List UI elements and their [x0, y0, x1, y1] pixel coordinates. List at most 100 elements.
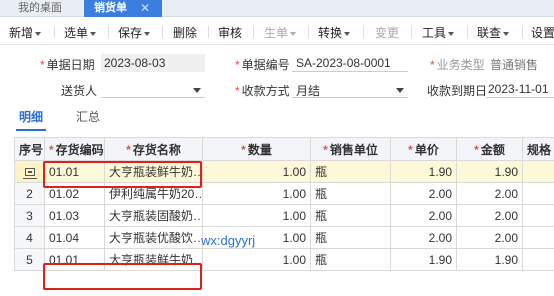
cell-seq: 4 — [14, 226, 45, 249]
table-row[interactable]: 4 01.04 大亨瓶装优酸饮… 1.00 瓶 2.00 2.00 — [14, 226, 554, 249]
chevron-down-icon[interactable] — [193, 88, 201, 93]
cell-spec[interactable] — [522, 204, 554, 227]
due-date-label: 收款到期日 — [427, 84, 488, 98]
cell-price[interactable]: 2.00 — [390, 204, 457, 227]
select-source-button[interactable]: 选单 — [64, 24, 97, 41]
tools-button[interactable]: 工具 — [422, 24, 455, 41]
audit-button[interactable]: 审核 — [218, 24, 242, 41]
required-marker: * — [235, 84, 240, 98]
table-row[interactable]: 5 01.01 大亨瓶装鲜牛奶… 1.00 瓶 1.90 1.90 — [14, 248, 554, 271]
col-header-qty[interactable]: * 数量 — [202, 137, 311, 161]
settings-button[interactable]: 设置 — [531, 24, 554, 41]
cell-seq: 2 — [14, 182, 45, 205]
cell-code[interactable]: 01.01 — [44, 160, 105, 183]
col-header-amount[interactable]: * 金额 — [456, 137, 523, 161]
cell-amount[interactable]: 1.90 — [456, 160, 523, 183]
tab-sales-delivery[interactable]: 销货单 ✕ — [84, 0, 162, 17]
cell-qty[interactable]: 1.00 — [202, 248, 311, 271]
save-button[interactable]: 保存 — [118, 24, 151, 41]
row-edit-icon[interactable] — [22, 168, 37, 180]
cell-name[interactable]: 大亨瓶装鲜牛奶… — [104, 248, 203, 271]
row-action-cell[interactable] — [14, 160, 45, 183]
col-header-seq: 序号 — [14, 137, 45, 161]
toolbar-divider — [208, 26, 209, 38]
cell-qty[interactable]: 1.00 — [202, 160, 311, 183]
cell-qty[interactable]: 1.00 — [202, 182, 311, 205]
toolbar-divider — [162, 26, 163, 38]
cell-code[interactable]: 01.02 — [44, 182, 105, 205]
chevron-down-icon[interactable] — [396, 88, 404, 93]
chevron-down-icon — [35, 31, 42, 36]
payment-method-value: 月结 — [296, 84, 321, 98]
cell-seq: 3 — [14, 204, 45, 227]
cell-amount[interactable]: 2.00 — [456, 226, 523, 249]
delete-button[interactable]: 删除 — [173, 24, 197, 41]
cell-price[interactable]: 2.00 — [390, 182, 457, 205]
chevron-down-icon — [90, 31, 97, 36]
cell-unit[interactable]: 瓶 — [310, 226, 391, 249]
cell-price[interactable]: 1.90 — [390, 248, 457, 271]
biz-type-label: * 业务类型 — [430, 58, 485, 72]
toolbar-divider — [411, 26, 412, 38]
tab-summary[interactable]: 汇总 — [76, 108, 100, 125]
due-date-value: 2023-11-01 — [488, 82, 549, 96]
linked-query-button[interactable]: 联查 — [477, 24, 510, 41]
close-icon[interactable]: ✕ — [140, 0, 150, 16]
col-header-name[interactable]: * 存货名称 — [104, 137, 203, 161]
cell-price[interactable]: 1.90 — [390, 160, 457, 183]
cell-amount[interactable]: 2.00 — [456, 182, 523, 205]
col-header-spec: 规格 — [522, 137, 554, 161]
cell-spec[interactable] — [522, 160, 554, 183]
table-row[interactable]: 3 01.03 大亨瓶装固酸奶… 1.00 瓶 2.00 2.00 — [14, 204, 554, 227]
cell-spec[interactable] — [522, 226, 554, 249]
cell-price[interactable]: 2.00 — [390, 226, 457, 249]
cell-code[interactable]: 01.04 — [44, 226, 105, 249]
tab-detail[interactable]: 明细 — [19, 108, 43, 125]
cell-seq: 5 — [14, 248, 45, 271]
generate-doc-button[interactable]: 生单 — [264, 24, 297, 41]
biz-type-value: 普通销售 — [490, 58, 539, 72]
cell-name[interactable]: 大亨瓶装鲜牛奶… — [104, 160, 203, 183]
deliverer-field[interactable] — [101, 80, 205, 98]
table-row[interactable]: 01.01 大亨瓶装鲜牛奶… 1.00 瓶 1.90 1.90 — [14, 160, 554, 183]
new-button[interactable]: 新增 — [9, 24, 42, 41]
toolbar-divider — [54, 26, 55, 38]
cell-spec[interactable] — [522, 182, 554, 205]
change-button[interactable]: 变更 — [375, 24, 399, 41]
cell-unit[interactable]: 瓶 — [310, 248, 391, 271]
cell-unit[interactable]: 瓶 — [310, 204, 391, 227]
cell-amount[interactable]: 2.00 — [456, 204, 523, 227]
cell-code[interactable]: 01.03 — [44, 204, 105, 227]
required-marker: * — [235, 58, 240, 72]
chevron-down-icon — [290, 31, 297, 36]
doc-date-label: * 单据日期 — [40, 58, 95, 72]
cell-name[interactable]: 大亨瓶装优酸饮… — [104, 226, 203, 249]
watermark-text: wx:dgyyrj — [201, 233, 256, 248]
toolbar-divider — [363, 26, 364, 38]
tab-home[interactable]: 我的桌面 — [18, 0, 62, 17]
doc-date-value: 2023-08-03 — [104, 56, 166, 70]
document-header-form: * 单据日期 2023-08-03 * 单据编号 SA-2023-08-0001 *… — [0, 45, 554, 107]
cell-name[interactable]: 大亨瓶装固酸奶… — [104, 204, 203, 227]
col-header-price[interactable]: * 单价 — [390, 137, 457, 161]
toolbar-divider — [108, 26, 109, 38]
detail-tabs: 明细 汇总 — [0, 107, 554, 131]
deliverer-label: 送货人 — [61, 84, 98, 98]
chevron-down-icon — [144, 31, 151, 36]
cell-unit[interactable]: 瓶 — [310, 160, 391, 183]
table-row[interactable]: 2 01.02 伊利纯属牛奶20… 1.00 瓶 2.00 2.00 — [14, 182, 554, 205]
col-header-unit[interactable]: * 销售单位 — [310, 137, 391, 161]
col-header-code[interactable]: * 存货编码 — [44, 137, 105, 161]
doc-no-label: * 单据编号 — [235, 58, 290, 72]
toolbar: 新增 选单 保存 删除 审核 生单 转换 变更 工具 联查 设置 — [0, 17, 554, 45]
tab-sales-delivery-label: 销货单 — [94, 2, 127, 14]
convert-button[interactable]: 转换 — [318, 24, 351, 41]
line-items-table: 序号 * 存货编码 * 存货名称 * 数量 * 销售单位 * 单价 * 金额 规格 01.0… — [14, 137, 554, 271]
cell-code[interactable]: 01.01 — [44, 248, 105, 271]
cell-name[interactable]: 伊利纯属牛奶20… — [104, 182, 203, 205]
document-tab-bar: 我的桌面 销货单 ✕ — [0, 0, 554, 17]
cell-spec[interactable] — [522, 248, 554, 271]
cell-unit[interactable]: 瓶 — [310, 182, 391, 205]
cell-qty[interactable]: 1.00 — [202, 204, 311, 227]
cell-amount[interactable]: 1.90 — [456, 248, 523, 271]
